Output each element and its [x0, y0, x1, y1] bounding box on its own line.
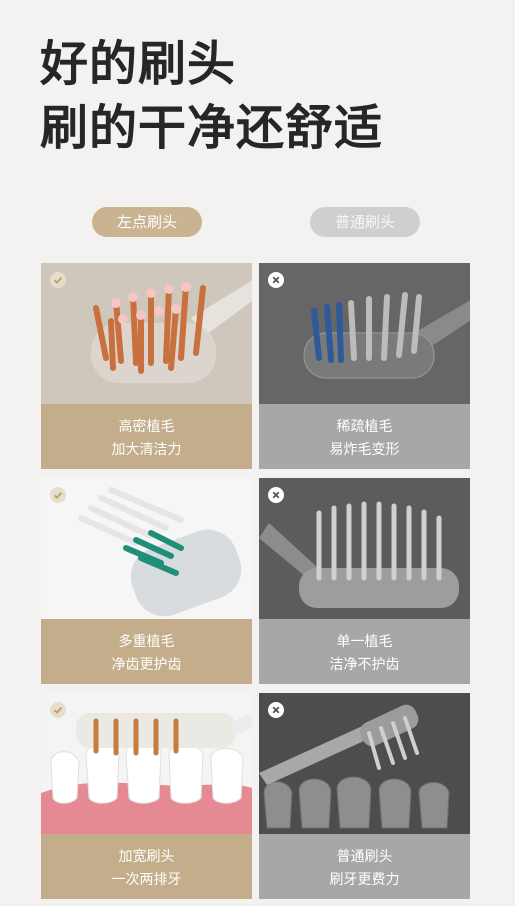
caption-line-2: 净齿更护齿 — [111, 657, 182, 673]
caption-line-1: 普通刷头 — [336, 849, 393, 865]
headline-line-2: 刷的干净还舒适 — [40, 100, 384, 156]
card-single-layer-bristles: 单一植毛 洁净不护齿 — [259, 478, 470, 684]
caption-line-1: 单一植毛 — [336, 634, 393, 650]
card-normal-head: 普通刷头 刷牙更费力 — [259, 693, 470, 899]
sparse-bristle-brush-image — [259, 263, 470, 404]
card-multi-layer-bristles: 多重植毛 净齿更护齿 — [41, 478, 252, 684]
card-caption: 普通刷头 刷牙更费力 — [259, 834, 470, 899]
card-caption: 稀疏植毛 易炸毛变形 — [259, 404, 470, 469]
caption-line-2: 刷牙更费力 — [329, 872, 400, 888]
close-icon — [268, 487, 284, 503]
card-wide-head: 加宽刷头 一次两排牙 — [41, 693, 252, 899]
card-dense-bristles: 高密植毛 加大清洁力 — [41, 263, 252, 469]
caption-line-2: 加大清洁力 — [111, 442, 182, 458]
caption-line-1: 高密植毛 — [118, 419, 175, 435]
caption-line-2: 洁净不护齿 — [329, 657, 400, 673]
check-icon — [50, 272, 66, 288]
normal-head-teeth-image — [259, 693, 470, 834]
wide-head-teeth-image — [41, 693, 252, 834]
left-brand-label: 左点刷头 — [92, 207, 202, 237]
card-sparse-bristles: 稀疏植毛 易炸毛变形 — [259, 263, 470, 469]
card-caption: 单一植毛 洁净不护齿 — [259, 619, 470, 684]
dense-bristle-brush-image — [41, 263, 252, 404]
card-caption: 高密植毛 加大清洁力 — [41, 404, 252, 469]
caption-line-2: 易炸毛变形 — [329, 442, 400, 458]
check-icon — [50, 702, 66, 718]
card-caption: 加宽刷头 一次两排牙 — [41, 834, 252, 899]
caption-line-1: 加宽刷头 — [118, 849, 175, 865]
caption-line-1: 多重植毛 — [118, 634, 175, 650]
headline-line-1: 好的刷头 — [40, 36, 237, 92]
caption-line-1: 稀疏植毛 — [336, 419, 393, 435]
multi-layer-bristle-image — [41, 478, 252, 619]
normal-brush-label: 普通刷头 — [310, 207, 420, 237]
card-caption: 多重植毛 净齿更护齿 — [41, 619, 252, 684]
headline: 好的刷头 刷的干净还舒适 — [40, 32, 383, 160]
single-layer-bristle-image — [259, 478, 470, 619]
caption-line-2: 一次两排牙 — [111, 872, 182, 888]
close-icon — [268, 272, 284, 288]
check-icon — [50, 487, 66, 503]
close-icon — [268, 702, 284, 718]
